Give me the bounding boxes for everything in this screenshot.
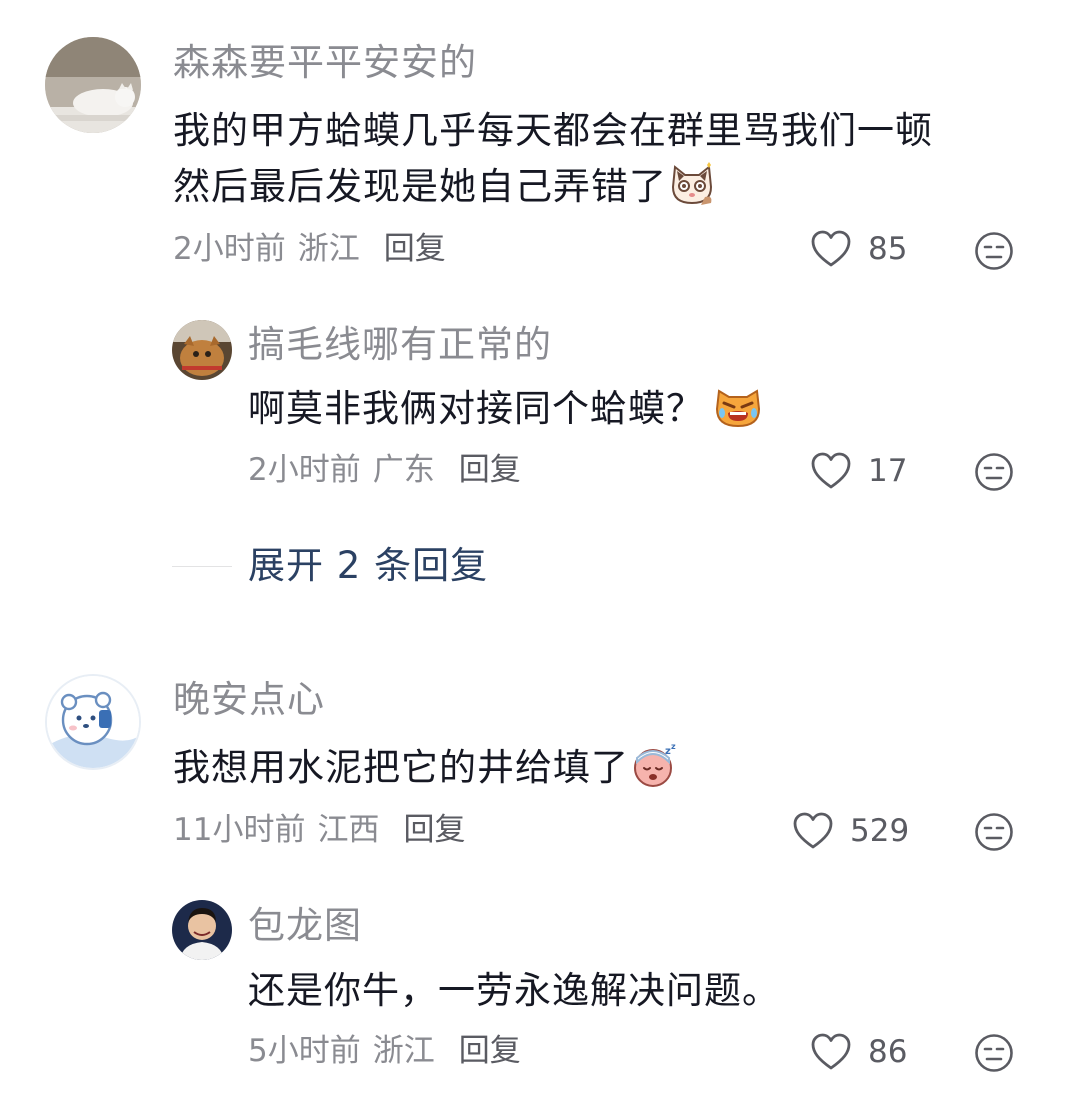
heart-icon	[811, 1033, 851, 1070]
comment-meta: 5小时前 浙江 回复	[248, 1036, 521, 1067]
dislike-face-icon	[975, 1034, 1013, 1072]
dislike-face-icon	[975, 813, 1013, 851]
comment-time: 5小时前	[248, 1033, 361, 1069]
comment-text-line: 我想用水泥把它的井给填了	[173, 746, 629, 789]
comment-location: 浙江	[297, 231, 360, 267]
user-avatar[interactable]	[45, 37, 141, 133]
expand-divider	[172, 566, 232, 567]
shocked-cat-emoji-icon	[669, 161, 715, 223]
user-avatar[interactable]	[45, 674, 141, 770]
user-avatar[interactable]	[172, 900, 232, 960]
comment-location: 江西	[317, 812, 380, 848]
comment-meta: 2小时前 广东 回复	[248, 455, 521, 486]
comment-text: 我的甲方蛤蟆几乎每天都会在群里骂我们一顿 然后最后发现是她自己弄错了	[173, 103, 933, 223]
user-avatar[interactable]	[172, 320, 232, 380]
comment-username[interactable]: 森森要平平安安的	[173, 44, 477, 81]
comment-time: 2小时前	[173, 231, 286, 267]
comment-text-line: 然后最后发现是她自己弄错了	[173, 159, 933, 223]
dislike-face-icon	[975, 453, 1013, 491]
cat-photo-avatar-icon	[45, 37, 141, 133]
dislike-button[interactable]	[974, 812, 1014, 856]
comment-text-line: 我的甲方蛤蟆几乎每天都会在群里骂我们一顿	[173, 109, 933, 152]
reply-button[interactable]: 回复	[384, 231, 446, 267]
reply-button[interactable]: 回复	[459, 1033, 521, 1069]
reply-button[interactable]: 回复	[459, 452, 521, 488]
comment-location: 浙江	[372, 1033, 435, 1069]
like-count: 17	[868, 452, 908, 489]
comment-meta: 11小时前 江西 回复	[173, 815, 465, 846]
dislike-button[interactable]	[974, 452, 1014, 496]
comment-text: 我想用水泥把它的井给填了 z z	[173, 740, 679, 804]
comment-text-line-content: 然后最后发现是她自己弄错了	[173, 165, 667, 208]
comment-username[interactable]: 搞毛线哪有正常的	[248, 326, 552, 363]
like-count: 529	[850, 812, 910, 849]
expand-replies-button[interactable]: 展开 2 条回复	[248, 547, 488, 584]
like-count: 86	[868, 1033, 908, 1070]
like-count: 85	[868, 230, 908, 267]
like-button[interactable]: 85	[810, 229, 907, 269]
comment-time: 11小时前	[173, 812, 306, 848]
heart-icon	[811, 230, 851, 267]
cat-photo-avatar-icon	[172, 320, 232, 380]
bear-drawing-avatar-icon	[47, 676, 139, 768]
svg-text:z: z	[671, 742, 677, 751]
reply-button[interactable]: 回复	[403, 812, 465, 848]
comment-time: 2小时前	[248, 452, 361, 488]
comment-text-line: 啊莫非我俩对接同个蛤蟆？	[248, 387, 704, 430]
dislike-face-icon	[975, 232, 1013, 270]
like-button[interactable]: 529	[792, 811, 909, 851]
person-photo-avatar-icon	[172, 900, 232, 960]
comment-location: 广东	[372, 452, 435, 488]
angry-crying-cat-emoji-icon	[714, 383, 762, 445]
comment-text: 还是你牛，一劳永逸解决问题。	[248, 963, 780, 1019]
dislike-button[interactable]	[974, 231, 1014, 275]
like-button[interactable]: 17	[810, 451, 907, 491]
comment-meta: 2小时前 浙江 回复	[173, 234, 446, 265]
heart-icon	[793, 812, 833, 849]
comment-text-line: 还是你牛，一劳永逸解决问题。	[248, 969, 780, 1012]
like-button[interactable]: 86	[810, 1032, 907, 1072]
sleepy-face-emoji-icon: z z	[631, 742, 679, 804]
comment-text: 啊莫非我俩对接同个蛤蟆？	[248, 381, 762, 445]
comment-username[interactable]: 晚安点心	[173, 681, 325, 718]
dislike-button[interactable]	[974, 1033, 1014, 1077]
heart-icon	[811, 452, 851, 489]
comment-username[interactable]: 包龙图	[248, 907, 362, 944]
